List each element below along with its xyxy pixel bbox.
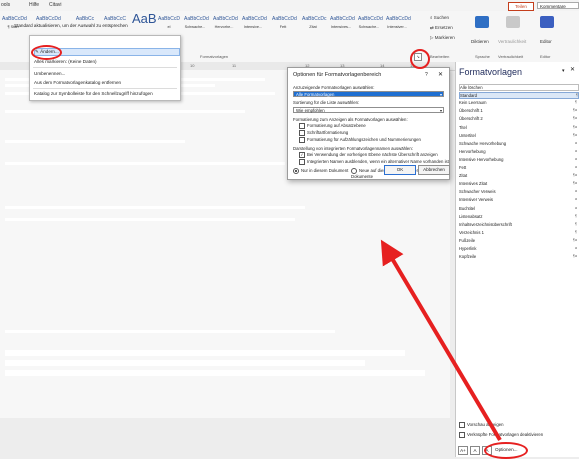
red-arrow-annotation xyxy=(380,239,502,442)
